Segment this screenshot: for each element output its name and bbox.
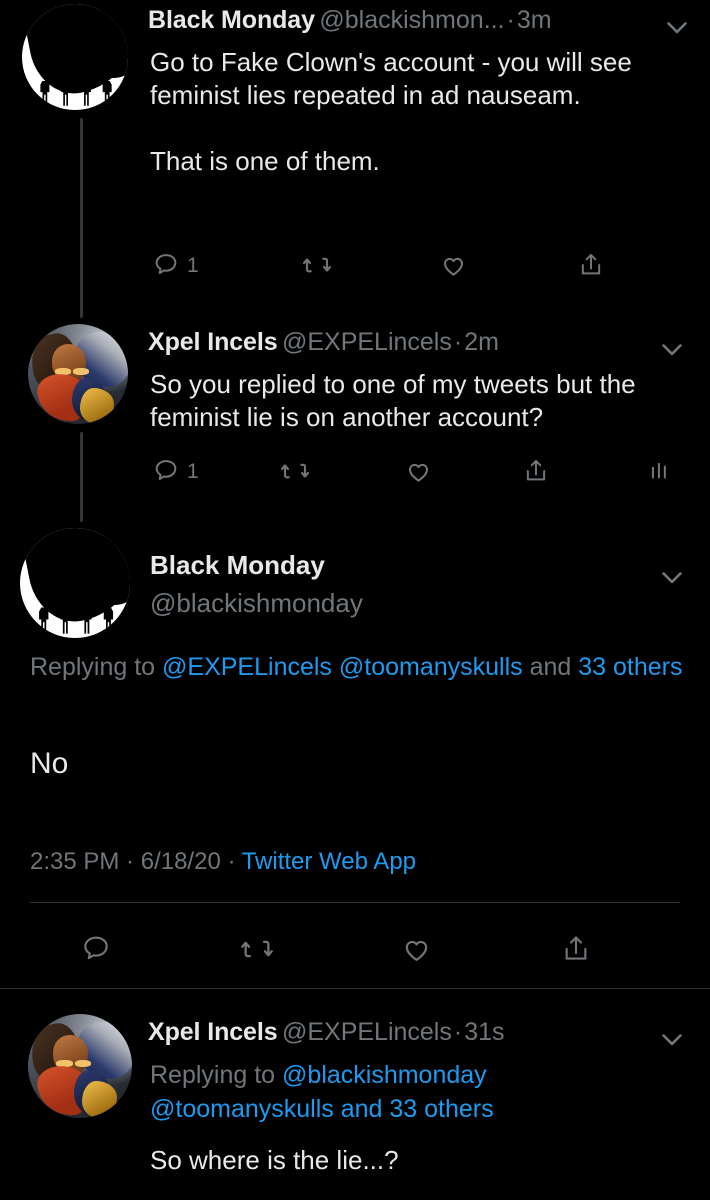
avatar[interactable]: [28, 1014, 132, 1118]
tweet-1[interactable]: Black Monday @blackishmon...·3m Go to Fa…: [0, 0, 710, 300]
author-name[interactable]: Black Monday: [150, 552, 325, 578]
divider: [30, 902, 680, 903]
meta-separator: ·: [506, 6, 515, 34]
like-button[interactable]: [404, 457, 522, 486]
like-button[interactable]: [439, 251, 577, 280]
twitter-thread-screen: Black Monday @blackishmon...·3m Go to Fa…: [0, 0, 710, 1200]
author-name[interactable]: Xpel Incels: [148, 328, 278, 356]
avatar-figures: [39, 68, 113, 106]
analytics-button[interactable]: [647, 458, 680, 484]
avatar[interactable]: [22, 4, 128, 110]
replying-to-label: Replying to: [30, 653, 163, 681]
chevron-down-icon[interactable]: [655, 1022, 689, 1056]
reply-button[interactable]: 1: [152, 251, 302, 279]
tweet-action-bar: 1: [152, 456, 697, 486]
author-handle[interactable]: @EXPELincels: [282, 1018, 452, 1046]
mention-link[interactable]: @EXPELincels @toomanyskulls: [162, 653, 523, 681]
replying-to-label: Replying to: [150, 1061, 283, 1089]
avatar-art-eye: [73, 368, 89, 375]
replying-and: and: [333, 1095, 390, 1123]
source-link[interactable]: Twitter Web App: [242, 848, 416, 875]
mention-link[interactable]: @blackishmonday: [282, 1061, 487, 1089]
chevron-down-icon[interactable]: [660, 10, 694, 44]
share-button[interactable]: [522, 457, 647, 485]
chevron-down-icon[interactable]: [655, 560, 689, 594]
tweet-body: Go to Fake Clown's account - you will se…: [150, 47, 632, 176]
others-link[interactable]: 33 others: [578, 653, 682, 681]
author-handle[interactable]: @EXPELincels: [282, 328, 452, 356]
reply-count: 1: [187, 459, 199, 483]
avatar[interactable]: [20, 528, 130, 638]
author-handle[interactable]: @blackishmon...: [319, 6, 504, 34]
timestamp[interactable]: 31s: [464, 1018, 504, 1046]
meta-separator: ·: [119, 848, 141, 875]
tweet-action-bar: 1: [152, 250, 612, 280]
avatar-art-eye: [74, 1059, 92, 1068]
others-link[interactable]: 33 others: [389, 1095, 493, 1123]
share-button[interactable]: [560, 933, 592, 965]
tweet-meta: 2:35 PM · 6/18/20 · Twitter Web App: [30, 850, 416, 874]
reply-button[interactable]: 1: [152, 457, 280, 485]
retweet-button[interactable]: [280, 456, 404, 486]
post-time: 2:35 PM: [30, 848, 120, 875]
tweet-body: No: [30, 747, 69, 780]
reply-count: 1: [187, 253, 199, 277]
author-name[interactable]: Black Monday: [148, 6, 315, 34]
replying-to-line: Replying to @blackishmonday @toomanyskul…: [150, 1058, 620, 1126]
focused-tweet-action-bar: [80, 932, 640, 966]
replying-and: and: [522, 653, 579, 681]
reply-button[interactable]: [80, 933, 240, 965]
retweet-button[interactable]: [240, 932, 400, 966]
tweet-body: So where is the lie...?: [150, 1145, 399, 1175]
tweet-body: So you replied to one of my tweets but t…: [150, 369, 643, 432]
avatar-art-gauntlet: [80, 388, 114, 424]
meta-separator: ·: [220, 848, 242, 875]
tweet-header: Xpel Incels @EXPELincels·31s: [148, 1020, 505, 1045]
meta-separator: ·: [453, 1018, 463, 1046]
mention-link[interactable]: @toomanyskulls: [150, 1095, 334, 1123]
author-name[interactable]: Xpel Incels: [148, 1018, 278, 1046]
divider: [0, 988, 710, 989]
author-handle[interactable]: @blackishmonday: [150, 590, 363, 616]
tweet-3-focused[interactable]: Black Monday @blackishmonday Replying to…: [0, 520, 710, 988]
tweet-4[interactable]: Xpel Incels @EXPELincels·31s Replying to…: [0, 992, 710, 1200]
post-date: 6/18/20: [140, 848, 221, 875]
retweet-button[interactable]: [302, 250, 440, 280]
tweet-header: Xpel Incels @EXPELincels·2m: [148, 330, 499, 355]
like-button[interactable]: [400, 933, 560, 966]
chevron-down-icon[interactable]: [655, 332, 689, 366]
avatar-art-gauntlet: [82, 1080, 118, 1118]
avatar[interactable]: [28, 324, 128, 424]
timestamp[interactable]: 2m: [464, 328, 499, 356]
replying-to-line: Replying to @EXPELincels @toomanyskulls …: [30, 650, 690, 684]
share-button[interactable]: [577, 251, 612, 279]
tweet-2[interactable]: Xpel Incels @EXPELincels·2m So you repli…: [0, 318, 710, 518]
timestamp[interactable]: 3m: [517, 6, 552, 34]
meta-separator: ·: [453, 328, 463, 356]
avatar-figures: [38, 594, 115, 634]
tweet-header: Black Monday @blackishmon...·3m: [148, 8, 552, 33]
